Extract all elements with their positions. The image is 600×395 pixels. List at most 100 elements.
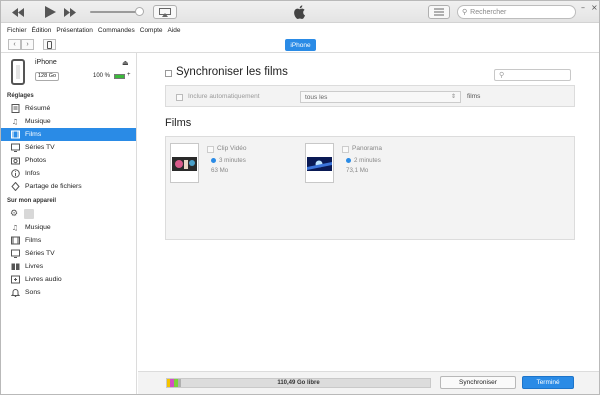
sidebar-item-label: Films xyxy=(25,131,42,138)
close-icon[interactable]: × xyxy=(591,3,598,12)
device-name: iPhone xyxy=(35,59,57,66)
film-thumbnail xyxy=(170,143,199,183)
apple-logo-icon xyxy=(292,4,308,20)
list-view-button[interactable] xyxy=(428,5,450,19)
sidebar-device-livres[interactable]: Livres xyxy=(1,260,136,273)
sidebar-item-resume[interactable]: Résumé xyxy=(1,102,136,115)
device-tab-iphone[interactable]: iPhone xyxy=(285,39,316,51)
search-icon: ⚲ xyxy=(499,71,505,79)
menu-presentation[interactable]: Présentation xyxy=(56,27,93,34)
minimize-icon[interactable]: – xyxy=(581,3,585,12)
updown-arrow-icon: ⇕ xyxy=(450,94,456,100)
menu-edition[interactable]: Édition xyxy=(32,27,52,34)
iphone-icon xyxy=(11,59,25,85)
sidebar-item-label: Livres audio xyxy=(25,276,62,283)
eject-icon[interactable]: ⏏ xyxy=(122,59,129,67)
auto-include-checkbox[interactable] xyxy=(176,94,183,101)
search-icon: ⚲ xyxy=(462,8,468,16)
airplay-button[interactable] xyxy=(153,5,177,19)
auto-include-select[interactable]: tous les ⇕ xyxy=(300,91,461,103)
volume-slider[interactable] xyxy=(90,11,140,13)
capacity-bar: 110,49 Go libre xyxy=(166,378,431,388)
section-on-device: Sur mon appareil xyxy=(7,198,57,204)
music-icon: ♫ xyxy=(11,223,19,232)
fast-forward-icon[interactable] xyxy=(63,5,77,19)
sidebar-device-sons[interactable]: Sons xyxy=(1,286,136,299)
sidebar-item-label: Livres xyxy=(25,263,44,270)
device-capacity-badge: 128 Go xyxy=(35,72,60,81)
forward-button[interactable]: › xyxy=(21,39,34,50)
sidebar-item-label: Partage de fichiers xyxy=(25,183,82,190)
toolbar: ⚲ Rechercher – × xyxy=(1,1,599,23)
sidebar-device-films[interactable]: Films xyxy=(1,234,136,247)
menu-fichier[interactable]: Fichier xyxy=(7,27,27,34)
itunes-window: ⚲ Rechercher – × Fichier Édition Présent… xyxy=(0,0,600,395)
menu-aide[interactable]: Aide xyxy=(168,27,181,34)
sync-button[interactable]: Synchroniser xyxy=(440,376,516,389)
film-thumbnail xyxy=(305,143,334,183)
tv-icon xyxy=(10,249,20,258)
search-placeholder: Rechercher xyxy=(470,8,507,16)
film-checkbox[interactable] xyxy=(342,146,349,153)
clip-video-thumbnail-image xyxy=(172,157,197,171)
menu-compte[interactable]: Compte xyxy=(140,27,163,34)
book-icon xyxy=(10,262,20,271)
sidebar: iPhone 128 Go ⏏ 100 % + Réglages Résumé … xyxy=(1,53,137,394)
sidebar-item-musique[interactable]: ♫ Musique xyxy=(1,115,136,128)
play-icon[interactable] xyxy=(43,5,57,19)
camera-icon xyxy=(10,156,20,165)
bottom-bar: 110,49 Go libre Synchroniser Terminé xyxy=(138,371,599,394)
sidebar-item-label: Résumé xyxy=(25,105,51,112)
on-device-tools: ⚙ xyxy=(1,207,136,221)
films-list: Clip Vidéo 3 minutes 63 Mo Panorama 2 mi… xyxy=(165,136,575,240)
film-duration: 3 minutes xyxy=(211,157,246,164)
sidebar-item-infos[interactable]: Infos xyxy=(1,167,136,180)
sidebar-item-films[interactable]: Films xyxy=(1,128,136,141)
playlist-icon[interactable] xyxy=(24,209,35,219)
films-search-input[interactable]: ⚲ xyxy=(494,69,571,81)
sidebar-device-musique[interactable]: ♫ Musique xyxy=(1,221,136,234)
device-header: iPhone 128 Go ⏏ 100 % + xyxy=(1,53,136,91)
film-icon xyxy=(10,130,20,139)
music-icon: ♫ xyxy=(11,117,19,126)
film-icon xyxy=(10,236,20,245)
chevron-left-icon: ‹ xyxy=(13,41,16,48)
film-size: 73,1 Mo xyxy=(346,167,369,174)
sidebar-item-label: Musique xyxy=(25,224,51,231)
sidebar-item-partage[interactable]: Partage de fichiers xyxy=(1,180,136,193)
summary-icon xyxy=(10,104,20,113)
unwatched-dot-icon xyxy=(346,157,351,163)
search-field[interactable]: ⚲ Rechercher xyxy=(457,5,576,19)
sidebar-item-label: Sons xyxy=(25,289,41,296)
sidebar-item-series-tv[interactable]: Séries TV xyxy=(1,141,136,154)
sidebar-device-series-tv[interactable]: Séries TV xyxy=(1,247,136,260)
gear-icon[interactable]: ⚙ xyxy=(10,209,18,219)
sidebar-device-livres-audio[interactable]: Livres audio xyxy=(1,273,136,286)
back-button[interactable]: ‹ xyxy=(8,39,21,50)
rewind-icon[interactable] xyxy=(11,5,25,19)
done-button[interactable]: Terminé xyxy=(522,376,574,389)
sidebar-item-photos[interactable]: Photos xyxy=(1,154,136,167)
sidebar-item-label: Infos xyxy=(25,170,40,177)
film-name: Clip Vidéo xyxy=(217,145,247,152)
auto-include-select-value: tous les xyxy=(305,94,328,101)
navigation-row: ‹ › iPhone xyxy=(1,37,599,53)
device-button[interactable] xyxy=(43,39,56,50)
audiobook-icon xyxy=(10,275,20,284)
sync-films-title: Synchroniser les films xyxy=(176,66,288,78)
apps-icon xyxy=(10,182,20,191)
tv-icon xyxy=(10,143,20,152)
auto-include-label: Inclure automatiquement xyxy=(188,93,260,100)
sidebar-item-label: Musique xyxy=(25,118,51,125)
menu-commandes[interactable]: Commandes xyxy=(98,27,135,34)
phone-icon xyxy=(47,40,52,49)
film-name: Panorama xyxy=(352,145,382,152)
free-space-label: 110,49 Go libre xyxy=(277,380,320,386)
panorama-thumbnail-image xyxy=(307,157,332,171)
volume-knob[interactable] xyxy=(135,7,144,16)
sync-films-checkbox[interactable] xyxy=(165,70,172,77)
main-panel: Synchroniser les films ⚲ Inclure automat… xyxy=(138,53,599,371)
section-settings: Réglages xyxy=(7,93,34,99)
film-checkbox[interactable] xyxy=(207,146,214,153)
unwatched-dot-icon xyxy=(211,157,216,163)
